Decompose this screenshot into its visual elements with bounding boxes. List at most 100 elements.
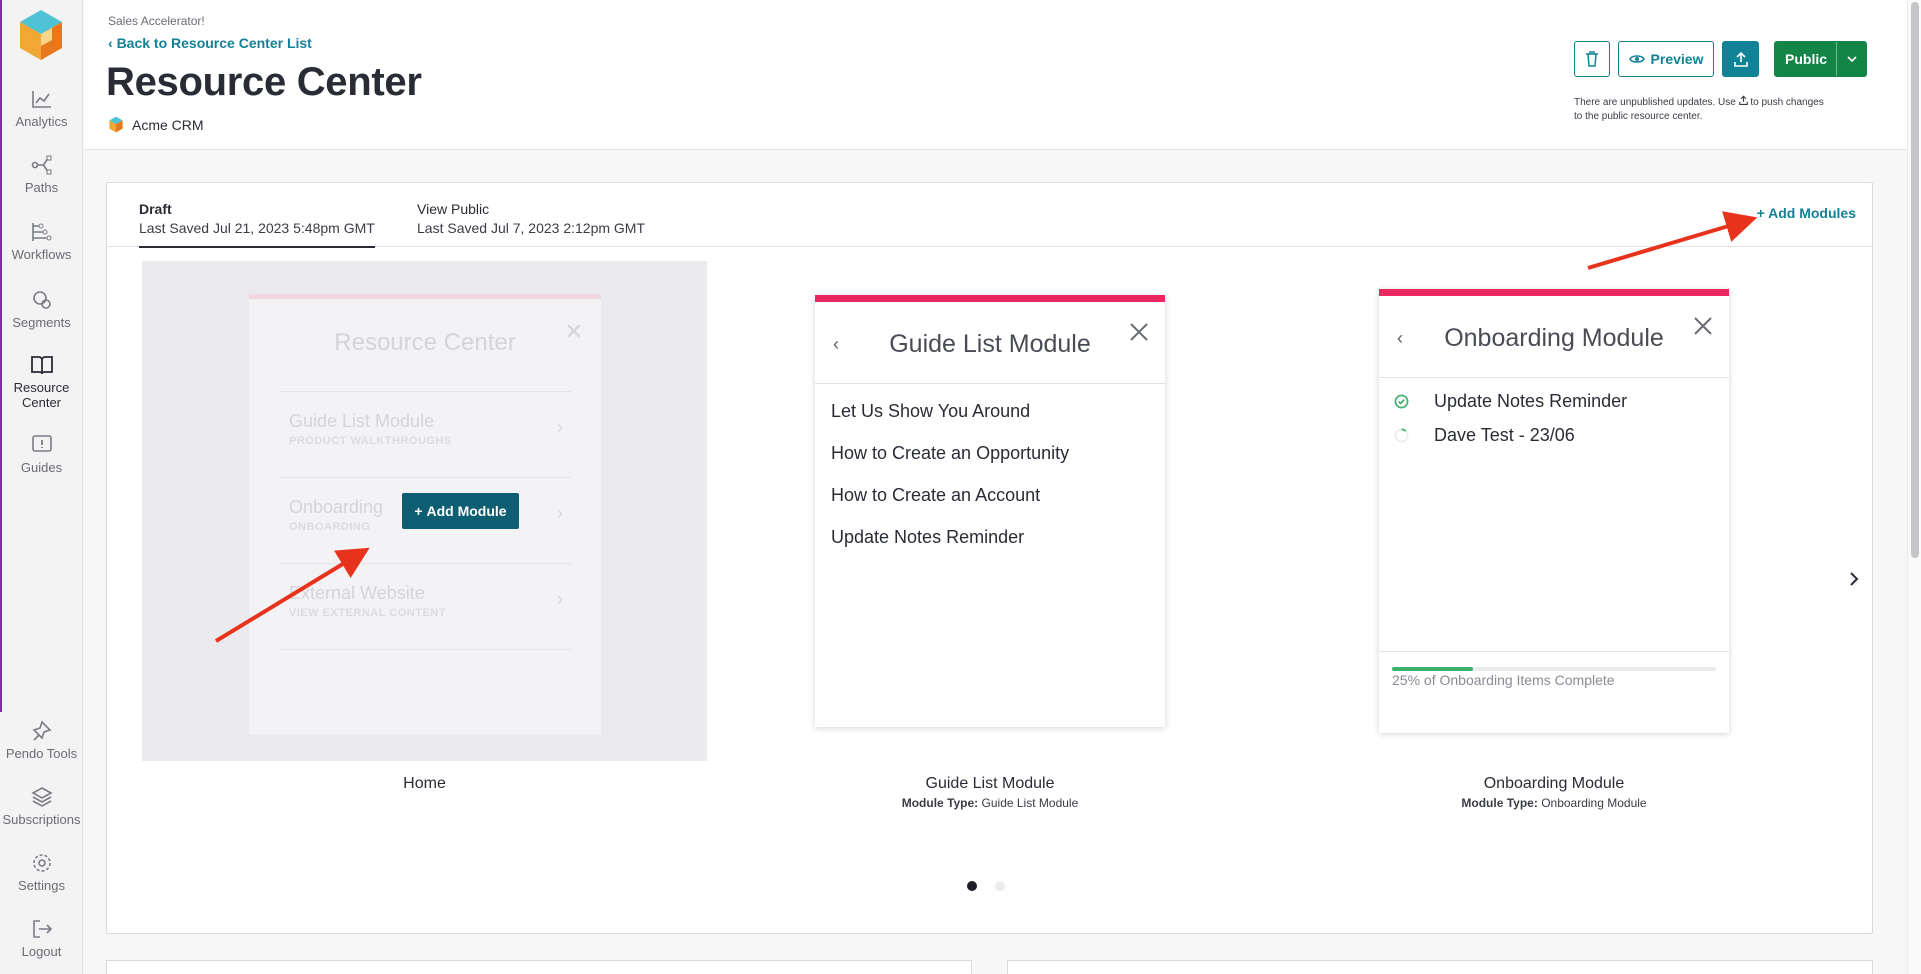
guide-list-module-preview[interactable]: ‹ Guide List Module Let Us Show You Arou… (815, 295, 1165, 727)
public-status-button[interactable]: Public (1774, 41, 1867, 77)
list-item[interactable]: How to Create an Opportunity (815, 432, 1165, 474)
sidebar-item-label: Settings (18, 878, 65, 893)
sidebar-item-paths[interactable]: Paths (0, 154, 83, 195)
push-updates-button[interactable] (1722, 41, 1759, 77)
module-type-label: Module Type: (901, 796, 979, 810)
scrollbar[interactable] (1907, 0, 1921, 974)
bottom-panel-left (106, 960, 972, 974)
onboarding-list: Update Notes Reminder Dave Test - 23/06 (1379, 378, 1729, 452)
list-item-label: Dave Test - 23/06 (1434, 425, 1575, 445)
module-type: Module Type: Onboarding Module (1379, 796, 1729, 810)
sidebar-item-label: Workflows (11, 247, 72, 262)
tab-view-public[interactable]: View Public Last Saved Jul 7, 2023 2:12p… (417, 200, 645, 238)
chevron-left-icon: ‹ (108, 35, 117, 51)
upload-icon (1733, 51, 1748, 67)
app-name: Sales Accelerator! (108, 14, 205, 28)
caption-title: Home (403, 775, 446, 792)
progress-text: 25% of Onboarding Items Complete (1392, 672, 1615, 688)
module-type: Module Type: Guide List Module (815, 796, 1165, 810)
eye-icon (1628, 55, 1645, 63)
sidebar-item-workflows[interactable]: Workflows (0, 221, 83, 262)
layers-icon (30, 787, 53, 807)
sidebar-item-label: Subscriptions (2, 812, 81, 827)
ghost-title: Resource Center (334, 329, 516, 356)
delete-button[interactable] (1574, 41, 1610, 77)
module-title: Onboarding Module (1444, 324, 1664, 352)
sidebar-item-guides[interactable]: Guides (0, 434, 83, 475)
chevron-right-icon: › (557, 589, 563, 609)
guide-list-caption: Guide List Module Module Type: Guide Lis… (815, 775, 1165, 810)
progress-fill (1392, 667, 1473, 671)
scrollbar-thumb[interactable] (1911, 2, 1919, 558)
app-tag: Acme CRM (108, 116, 204, 133)
bottom-panel-right (1007, 960, 1873, 974)
list-item[interactable]: Update Notes Reminder (1379, 384, 1729, 418)
analytics-icon (31, 91, 51, 108)
chevron-right-icon: › (557, 417, 563, 437)
sidebar-item-logout[interactable]: Logout (0, 918, 83, 959)
sidebar-item-resource-center[interactable]: Resource Center (0, 354, 83, 410)
logout-icon (32, 920, 52, 938)
list-item[interactable]: Update Notes Reminder (815, 516, 1165, 558)
check-circle-icon (1394, 394, 1409, 409)
carousel-dot[interactable] (967, 881, 977, 891)
sidebar-item-pendo-tools[interactable]: Pendo Tools (0, 720, 83, 761)
app-tag-label: Acme CRM (132, 116, 204, 133)
preview-button[interactable]: Preview (1618, 41, 1714, 77)
close-icon[interactable] (1691, 314, 1715, 338)
upload-icon (1738, 95, 1748, 105)
add-modules-link[interactable]: + Add Modules (1757, 205, 1856, 221)
sidebar-item-subscriptions[interactable]: Subscriptions (0, 786, 83, 827)
segments-icon (32, 291, 51, 309)
module-type-label: Module Type: (1461, 796, 1538, 810)
home-module-preview[interactable]: Resource Center ✕ Guide List Module PROD… (142, 261, 707, 761)
add-module-button[interactable]: + Add Module (402, 493, 519, 529)
module-title: Guide List Module (889, 330, 1091, 358)
sidebar-item-segments[interactable]: Segments (0, 289, 83, 330)
module-type-value: Onboarding Module (1541, 796, 1647, 810)
tab-draft[interactable]: Draft Last Saved Jul 21, 2023 5:48pm GMT (139, 200, 375, 248)
carousel-pagination (967, 881, 1005, 891)
public-label: Public (1785, 51, 1828, 67)
workflows-icon (31, 223, 51, 241)
sidebar-item-label: Resource Center (13, 380, 70, 410)
ghost-row-title: Guide List Module (289, 411, 435, 431)
list-item[interactable]: How to Create an Account (815, 474, 1165, 516)
guide-list: Let Us Show You Around How to Create an … (815, 384, 1165, 558)
module-header: ‹ Guide List Module (815, 302, 1165, 384)
ghost-row: Guide List Module PRODUCT WALKTHROUGHS › (289, 411, 571, 447)
add-module-label: Add Module (426, 503, 507, 519)
sidebar: Analytics Paths Workflows Segments Resou… (0, 0, 83, 974)
sidebar-item-settings[interactable]: Settings (0, 852, 83, 893)
home-caption: Home (142, 775, 707, 793)
close-icon[interactable] (1127, 320, 1151, 344)
carousel-dot[interactable] (995, 881, 1005, 891)
divider (279, 391, 571, 392)
module-type-value: Guide List Module (981, 796, 1079, 810)
public-dropdown-toggle[interactable] (1836, 42, 1866, 76)
ghost-row-sub: PRODUCT WALKTHROUGHS (289, 435, 452, 447)
back-link[interactable]: ‹ Back to Resource Center List (108, 35, 312, 51)
chevron-right-icon[interactable] (1845, 569, 1863, 589)
sidebar-item-analytics[interactable]: Analytics (0, 88, 83, 129)
divider (279, 477, 571, 478)
tab-public-title: View Public (417, 201, 490, 217)
ghost-row: External Website VIEW EXTERNAL CONTENT › (289, 583, 571, 619)
ghost-row-title: Onboarding (289, 497, 384, 517)
plus-icon: + (414, 503, 427, 519)
sidebar-item-label: Logout (21, 944, 62, 959)
tab-draft-saved: Last Saved Jul 21, 2023 5:48pm GMT (139, 220, 375, 236)
sidebar-item-label: Guides (20, 460, 63, 475)
book-icon (30, 356, 53, 375)
preview-label: Preview (1650, 51, 1704, 67)
list-item[interactable]: Let Us Show You Around (815, 390, 1165, 432)
resource-center-editor: Draft Last Saved Jul 21, 2023 5:48pm GMT… (106, 182, 1873, 934)
list-item-label: Update Notes Reminder (1434, 391, 1628, 411)
notice-text: There are unpublished updates. Use (1574, 97, 1736, 108)
caption-title: Guide List Module (925, 775, 1055, 792)
pendo-logo[interactable] (16, 8, 66, 62)
onboarding-module-preview[interactable]: ‹ Onboarding Module Update Notes Reminde… (1379, 289, 1729, 733)
pendo-tools-icon (32, 720, 51, 741)
list-item[interactable]: Dave Test - 23/06 (1379, 418, 1729, 452)
gear-icon (32, 854, 51, 872)
